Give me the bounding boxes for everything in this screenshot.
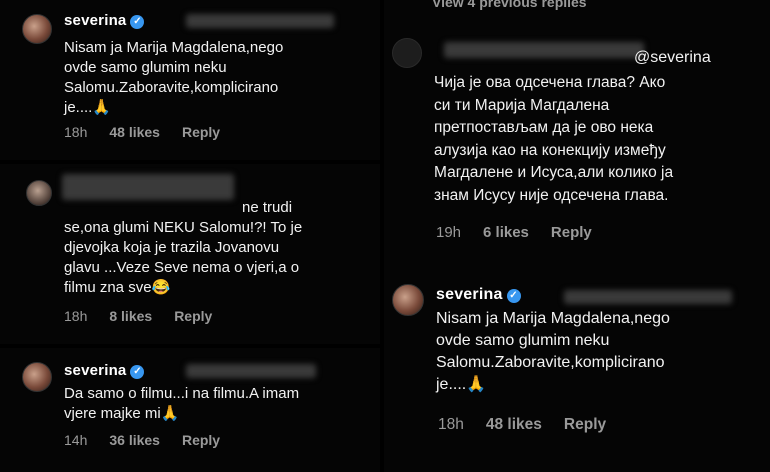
timestamp: 18h bbox=[64, 124, 88, 140]
reply-button[interactable]: Reply bbox=[551, 224, 592, 241]
comment-text: Чија је ова одсечена глава? Ако си ти Ма… bbox=[434, 74, 674, 204]
timestamp: 14h bbox=[64, 432, 88, 448]
comment-text: Nisam ja Marija Magdalena,nego ovde samo… bbox=[436, 310, 670, 393]
comment-meta: 19h 6 likes Reply bbox=[436, 224, 614, 241]
timestamp: 18h bbox=[438, 416, 464, 433]
verified-badge-icon: ✓ bbox=[130, 365, 145, 379]
timestamp: 19h bbox=[436, 224, 462, 241]
username-link[interactable]: severina ✓ bbox=[436, 286, 521, 304]
comment-text: Da samo o filmu...i na filmu.A imam vjer… bbox=[64, 385, 300, 422]
likes-count[interactable]: 36 likes bbox=[109, 432, 160, 448]
likes-count[interactable]: 48 likes bbox=[486, 416, 542, 433]
comment-reply-2: ne trudi se,ona glumi NEKU Salomu!?! To … bbox=[0, 164, 380, 344]
reply-button[interactable]: Reply bbox=[564, 416, 606, 433]
avatar[interactable] bbox=[392, 284, 424, 316]
comment-severina-3: severina ✓ Da samo o filmu...i na filmu.A… bbox=[0, 348, 380, 472]
avatar[interactable] bbox=[392, 38, 422, 68]
verified-badge-icon: ✓ bbox=[130, 15, 145, 29]
redacted-username bbox=[186, 364, 316, 378]
comment-text-inline: ne trudi bbox=[242, 199, 293, 216]
comment-meta: 18h 48 likes Reply bbox=[64, 124, 242, 140]
redacted-username bbox=[444, 42, 644, 58]
username-link[interactable]: severina ✓ bbox=[64, 12, 145, 29]
likes-count[interactable]: 8 likes bbox=[109, 308, 152, 324]
mention-link[interactable]: @severina bbox=[634, 48, 711, 68]
redacted-username bbox=[62, 174, 234, 200]
comment-meta: 14h 36 likes Reply bbox=[64, 432, 242, 448]
comment-text: Nisam ja Marija Magdalena,nego ovde samo… bbox=[64, 39, 284, 116]
avatar[interactable] bbox=[22, 14, 52, 44]
comment-severina-repeat: severina ✓ Nisam ja Marija Magdalena,nego… bbox=[384, 276, 770, 472]
comment-meta: 18h 48 likes Reply bbox=[438, 416, 628, 434]
comment-severina-1: severina ✓ Nisam ja Marija Magdalena,nego… bbox=[0, 0, 380, 160]
username-link[interactable]: severina ✓ bbox=[64, 362, 145, 379]
redacted-username bbox=[186, 14, 334, 28]
redacted-username bbox=[564, 290, 732, 304]
likes-count[interactable]: 48 likes bbox=[109, 124, 160, 140]
avatar[interactable] bbox=[26, 180, 52, 206]
reply-button[interactable]: Reply bbox=[182, 432, 220, 448]
verified-badge-icon: ✓ bbox=[506, 289, 521, 303]
timestamp: 18h bbox=[64, 308, 88, 324]
likes-count[interactable]: 6 likes bbox=[483, 224, 529, 241]
comment-text: se,ona glumi NEKU Salomu!?! To je djevoj… bbox=[64, 219, 303, 296]
avatar[interactable] bbox=[22, 362, 52, 392]
right-screenshot-panel: View 4 previous replies @severina Чија ј… bbox=[384, 0, 770, 472]
comment-cyrillic: @severina Чија је ова одсечена глава? Ак… bbox=[384, 30, 770, 260]
comment-meta: 18h 8 likes Reply bbox=[64, 308, 234, 324]
reply-button[interactable]: Reply bbox=[182, 124, 220, 140]
reply-button[interactable]: Reply bbox=[174, 308, 212, 324]
left-screenshot-panel: severina ✓ Nisam ja Marija Magdalena,nego… bbox=[0, 0, 380, 472]
view-previous-replies-link[interactable]: View 4 previous replies bbox=[432, 0, 587, 10]
